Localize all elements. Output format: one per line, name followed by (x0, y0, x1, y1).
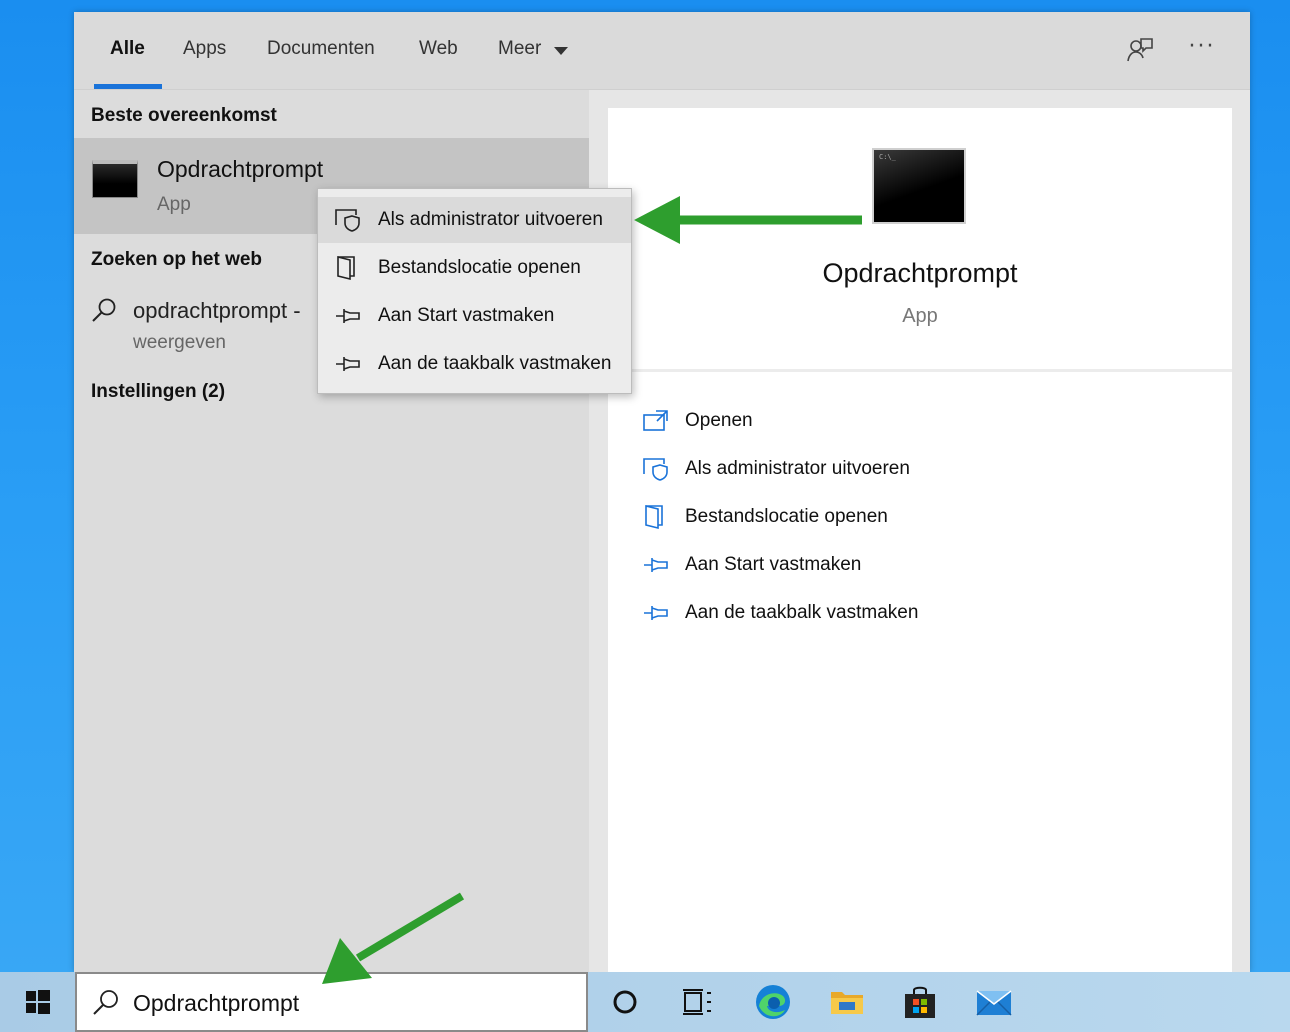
tab-documenten[interactable]: Documenten (267, 38, 375, 64)
search-window: Alle Apps Documenten Web Meer ··· Beste … (74, 12, 1250, 972)
open-icon (643, 410, 668, 431)
action-run-as-admin[interactable]: Als administrator uitvoeren (638, 452, 1198, 492)
search-icon (92, 298, 116, 322)
menu-item-label: Bestandslocatie openen (378, 257, 581, 278)
search-tabbar: Alle Apps Documenten Web Meer ··· (74, 12, 1250, 90)
tab-meer[interactable]: Meer (498, 38, 541, 64)
web-search-subtext: weergeven (133, 332, 226, 353)
shield-admin-icon (335, 209, 360, 232)
preview-title: Opdrachtprompt (822, 258, 1018, 288)
menu-item-pin-to-start[interactable]: Aan Start vastmaken (318, 293, 631, 339)
menu-item-run-as-admin[interactable]: Als administrator uitvoeren (318, 197, 631, 243)
task-view-icon[interactable] (677, 982, 717, 1022)
tab-alle[interactable]: Alle (110, 38, 145, 64)
tab-web[interactable]: Web (419, 38, 458, 64)
action-pin-to-taskbar[interactable]: Aan de taakbalk vastmaken (638, 596, 1198, 636)
command-prompt-large-icon: C:\_ (872, 148, 966, 224)
action-label: Als administrator uitvoeren (685, 458, 910, 479)
pin-icon (336, 309, 360, 323)
pin-icon (336, 357, 360, 371)
menu-item-label: Als administrator uitvoeren (378, 209, 603, 230)
context-menu: Als administrator uitvoeren Bestandsloca… (317, 188, 632, 394)
menu-item-pin-to-taskbar[interactable]: Aan de taakbalk vastmaken (318, 341, 631, 387)
more-options-icon[interactable]: ··· (1186, 34, 1218, 59)
best-match-header: Beste overeenkomst (91, 105, 277, 126)
action-pin-to-start[interactable]: Aan Start vastmaken (638, 548, 1198, 588)
store-icon[interactable] (900, 982, 940, 1022)
pin-icon (644, 558, 668, 572)
action-open[interactable]: Openen (638, 404, 1198, 444)
menu-item-label: Aan Start vastmaken (378, 305, 555, 326)
action-label: Aan de taakbalk vastmaken (685, 602, 919, 623)
mail-icon[interactable] (974, 982, 1014, 1022)
active-tab-indicator (94, 84, 162, 89)
web-search-header: Zoeken op het web (91, 249, 263, 270)
annotation-arrow-icon (322, 892, 465, 984)
windows-start-icon[interactable] (20, 984, 56, 1020)
feedback-icon[interactable] (1126, 36, 1154, 64)
command-prompt-icon (92, 160, 138, 198)
file-location-icon (337, 255, 355, 281)
search-icon (93, 990, 118, 1015)
chevron-down-icon[interactable] (554, 47, 568, 55)
menu-item-label: Aan de taakbalk vastmaken (378, 353, 612, 374)
best-match-type: App (157, 194, 191, 215)
pin-icon (644, 606, 668, 620)
action-label: Aan Start vastmaken (685, 554, 862, 575)
action-open-file-location[interactable]: Bestandslocatie openen (638, 500, 1198, 540)
action-label: Openen (685, 410, 753, 431)
action-label: Bestandslocatie openen (685, 506, 888, 527)
settings-header[interactable]: Instellingen (2) (91, 381, 225, 403)
search-input[interactable] (133, 986, 573, 1020)
preview-type: App (902, 305, 938, 327)
file-location-icon (645, 504, 663, 530)
edge-icon[interactable] (753, 982, 793, 1022)
tab-apps[interactable]: Apps (183, 38, 226, 64)
shield-admin-icon (643, 458, 668, 481)
file-explorer-icon[interactable] (827, 982, 867, 1022)
prompt-glyph: C:\_ (879, 153, 896, 161)
taskbar (0, 972, 1290, 1032)
menu-item-open-file-location[interactable]: Bestandslocatie openen (318, 245, 631, 291)
cortana-icon[interactable] (605, 982, 645, 1022)
annotation-arrow-icon (634, 196, 862, 244)
best-match-title: Opdrachtprompt (157, 156, 324, 182)
web-search-query: opdrachtprompt - (133, 298, 301, 323)
